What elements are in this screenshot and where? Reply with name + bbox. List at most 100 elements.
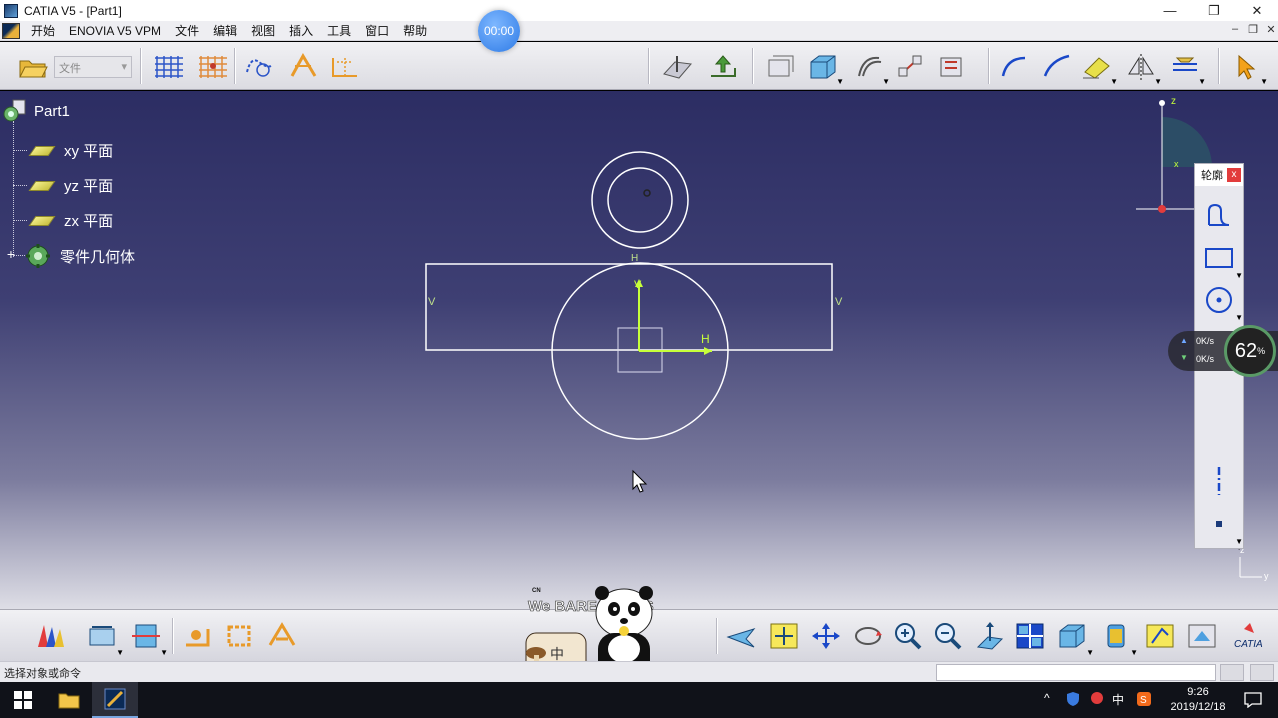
compass-handle[interactable] [1159,100,1165,106]
sketch-analysis-button[interactable] [660,50,694,82]
sketch-workbench-button[interactable] [32,619,68,653]
start-button[interactable] [0,682,46,718]
status-button-2[interactable] [1250,664,1274,681]
circle-button[interactable]: ▼ [1199,282,1243,322]
toolbar-separator [234,48,236,84]
rotate-button[interactable] [850,619,886,653]
constraint-v-right: V [835,296,843,308]
pan-button[interactable] [808,619,844,653]
file-combo[interactable]: 文件 [54,56,132,78]
profile-button[interactable] [1199,198,1239,234]
cutting-plane-button[interactable]: ▼ [128,619,168,657]
edit-multi-constraint-button[interactable] [264,619,300,653]
toolbar-separator [988,48,990,84]
mdi-close-button[interactable]: ✕ [1264,23,1278,39]
tray-expand-icon[interactable]: ^ [1044,691,1050,705]
profile-3d-button[interactable] [764,50,798,82]
rectangle-button[interactable]: ▼ [1199,240,1243,280]
arc-button[interactable] [998,50,1032,82]
download-speed: 0K/s [1196,354,1215,364]
normal-view-button[interactable] [972,619,1008,653]
menu-file[interactable]: 文件 [168,21,206,41]
menu-insert[interactable]: 插入 [282,21,320,41]
shading-button[interactable]: ▼ [1098,619,1138,657]
catia-logo-icon[interactable] [2,22,20,39]
project-3d-button[interactable] [936,50,970,82]
fit-all-button[interactable] [766,619,802,653]
tray-sogou-icon[interactable]: S [1136,691,1152,710]
menu-edit[interactable]: 编辑 [206,21,244,41]
plane-sketch-icon [663,56,692,79]
sketch-circle-top-outer[interactable] [591,151,689,249]
swap-visible-space-button[interactable] [1184,619,1220,653]
catia-taskbar-button[interactable] [92,682,138,718]
snap-to-point-button[interactable] [196,50,230,82]
pan-icon [812,623,840,649]
zoom-out-button[interactable] [930,619,966,653]
sketch-rectangle[interactable] [425,263,833,351]
ime-indicator[interactable]: 中 [1112,691,1124,708]
palette-close-button[interactable]: x [1227,168,1241,182]
geometric-constraints-button[interactable] [286,50,320,82]
spline-button[interactable] [1040,50,1074,82]
compass-quadrant[interactable] [1162,117,1212,167]
hide-show-button[interactable] [1142,619,1178,653]
taskbar-clock[interactable]: 9:26 2019/12/18 [1156,685,1240,715]
menu-help[interactable]: 帮助 [396,21,434,41]
circle-icon [1206,287,1232,313]
sketch-mode-button[interactable]: ▼ [84,619,124,657]
mirror-button[interactable]: ▼ [1124,50,1162,86]
memory-percent-unit: % [1257,346,1266,356]
compass-origin[interactable] [1158,205,1166,213]
point-button[interactable]: ▼ [1199,506,1243,546]
isometric-view-button[interactable]: ▼ [1054,619,1094,657]
snap-grid-icon [199,56,227,78]
erase-button[interactable]: ▼ [1080,50,1118,86]
status-button-1[interactable] [1220,664,1244,681]
exit-workbench-button[interactable] [706,50,740,82]
sketch-circle-top-inner[interactable] [607,167,673,233]
catia-window: CATIA V5 - [Part1] — ❐ ✕ 开始 ENOVIA V5 VP… [0,0,1278,718]
3d-viewport[interactable]: Part1 xy 平面 yz 平面 zx 平面 + 零件几何体 H V V V … [0,91,1278,609]
menu-tools[interactable]: 工具 [320,21,358,41]
restore-button[interactable]: ❐ [1192,0,1236,21]
transform-button[interactable] [894,50,928,82]
mdi-restore-button[interactable]: ❐ [1246,23,1260,39]
notification-button[interactable] [1230,682,1276,718]
mdi-minimize-button[interactable]: – [1228,23,1242,39]
command-input[interactable] [936,664,1216,681]
zoom-in-button[interactable] [890,619,926,653]
circle-center-point[interactable] [643,189,651,197]
palette-header[interactable]: 轮廓 x [1195,164,1243,186]
fly-mode-button[interactable] [724,619,760,653]
recording-timer[interactable]: 00:00 [478,10,520,52]
dimension-icon [332,58,357,77]
minimize-button[interactable]: — [1148,0,1192,21]
select-button[interactable]: ▼ [1230,50,1268,86]
axis-button[interactable] [1199,462,1239,498]
file-explorer-button[interactable] [46,682,92,718]
constraint-icon [290,52,317,77]
construction-geometry-button[interactable] [242,50,276,82]
status-bar: 选择对象或命令 [0,661,1278,682]
tray-app-icon[interactable] [1090,691,1104,708]
menu-window[interactable]: 窗口 [358,21,396,41]
curve-tool-button[interactable]: ▼ [852,50,890,86]
tray-shield-icon[interactable] [1066,691,1080,710]
menu-bar: 开始 ENOVIA V5 VPM 文件 编辑 视图 插入 工具 窗口 帮助 – … [0,21,1278,41]
constraint-animate-button[interactable] [222,619,258,653]
menu-start[interactable]: 开始 [24,21,62,41]
close-button[interactable]: ✕ [1235,0,1278,21]
auto-constraint-button[interactable] [180,619,216,653]
menu-view[interactable]: 视图 [244,21,282,41]
project-edges-button[interactable]: ▼ [1168,50,1206,86]
zoom-out-icon [935,623,962,650]
menu-enovia[interactable]: ENOVIA V5 VPM [62,21,168,41]
multi-view-button[interactable] [1012,619,1048,653]
open-folder-button[interactable] [16,50,50,82]
cube-view-button[interactable]: ▼ [806,50,844,86]
select-arrow-icon [1238,54,1256,80]
dimensional-constraints-button[interactable] [328,50,362,82]
windows-taskbar: ^ 中 S 9:26 2019/12/18 [0,682,1278,718]
grid-button[interactable] [152,50,186,82]
